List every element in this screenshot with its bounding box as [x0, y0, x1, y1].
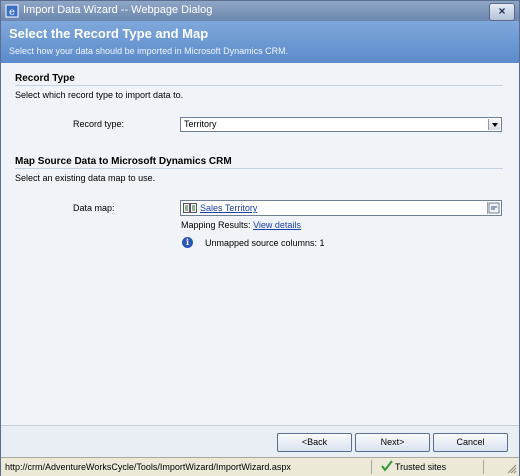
record-type-label: Record type:: [73, 119, 125, 129]
view-details-link[interactable]: View details: [253, 220, 301, 230]
status-bar: http://crm/AdventureWorksCycle/Tools/Imp…: [1, 457, 519, 476]
svg-text:e: e: [9, 7, 15, 18]
title-bar: e Import Data Wizard -- Webpage Dialog ×: [1, 1, 519, 21]
dialog-window: e Import Data Wizard -- Webpage Dialog ×…: [0, 0, 520, 476]
unmapped-columns-text: Unmapped source columns: 1: [205, 238, 325, 248]
next-button[interactable]: Next>: [355, 433, 430, 452]
security-zone: Trusted sites: [395, 462, 447, 472]
mapping-results-label: Mapping Results:: [181, 220, 251, 230]
page-subtitle: Select how your data should be imported …: [9, 46, 289, 56]
record-type-select[interactable]: Territory: [180, 117, 502, 132]
data-map-description: Select an existing data map to use.: [15, 173, 156, 183]
back-button[interactable]: <Back: [277, 433, 352, 452]
wizard-banner: Select the Record Type and Map Select ho…: [1, 21, 519, 63]
record-type-heading: Record Type: [15, 73, 75, 84]
resize-grip-icon[interactable]: [507, 464, 517, 474]
check-icon: [381, 460, 393, 472]
chevron-down-icon[interactable]: [488, 119, 500, 130]
lookup-icon[interactable]: [487, 202, 500, 214]
internet-explorer-icon: e: [5, 4, 19, 18]
record-type-value: Territory: [184, 119, 217, 129]
cancel-button[interactable]: Cancel: [433, 433, 508, 452]
status-url: http://crm/AdventureWorksCycle/Tools/Imp…: [5, 462, 291, 472]
section-divider: [15, 85, 503, 86]
close-button[interactable]: ×: [489, 3, 515, 21]
mapping-results: Mapping Results: View details: [181, 220, 301, 230]
section-divider: [15, 168, 503, 169]
record-type-description: Select which record type to import data …: [15, 90, 184, 100]
status-divider: [371, 460, 372, 474]
status-divider: [483, 460, 484, 474]
page-title: Select the Record Type and Map: [9, 26, 209, 41]
data-map-heading: Map Source Data to Microsoft Dynamics CR…: [15, 156, 232, 167]
data-map-link[interactable]: Sales Territory: [200, 203, 257, 213]
data-map-icon: [183, 203, 197, 213]
info-icon: i: [182, 237, 193, 248]
data-map-label: Data map:: [73, 203, 115, 213]
data-map-lookup[interactable]: Sales Territory: [180, 200, 502, 216]
window-title: Import Data Wizard -- Webpage Dialog: [23, 4, 213, 16]
